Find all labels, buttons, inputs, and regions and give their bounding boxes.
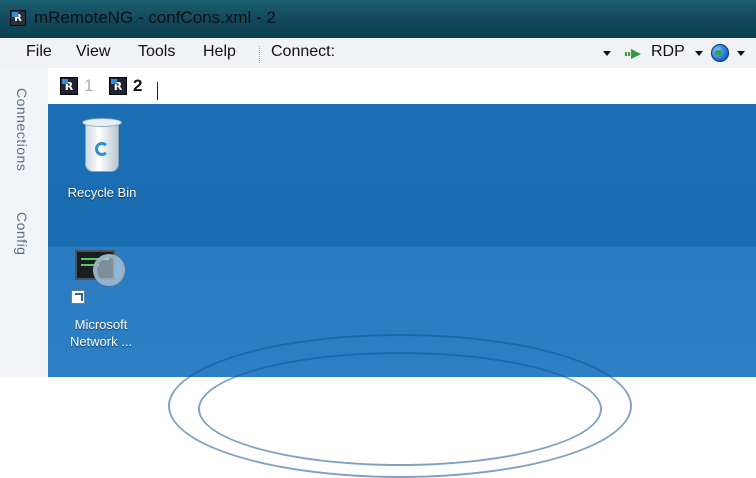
connect-label: Connect: [271,43,336,60]
tab-label: 1 [84,76,94,95]
wallpaper-arc [198,352,602,466]
desktop-icon-label: Microsoft Network ... [69,317,133,349]
menu-view[interactable]: View [76,43,110,61]
menu-bar: File View Tools Help Connect: RDP [0,38,756,69]
side-tab-connections[interactable]: Connections [14,88,30,171]
menu-file[interactable]: File [26,43,52,61]
rdp-tab-icon: R [60,77,78,95]
desktop-icon-recycle-bin[interactable]: Recycle Bin [57,116,147,201]
globe-dropdown-arrow-icon[interactable] [737,51,745,56]
protocol-select[interactable]: RDP [651,43,685,61]
protocol-dropdown-arrow-icon[interactable] [695,51,703,56]
rdp-tab-icon: R [109,77,127,95]
text-caret [157,82,158,100]
side-panel: Connections Config [0,68,49,377]
recycle-bin-icon [81,116,123,174]
toolbar-separator [259,46,261,63]
app-icon[interactable]: R [10,10,26,26]
window-title: mRemoteNG - confCons.xml - 2 [34,8,276,27]
tab-connection-2[interactable]: R 2 [109,76,142,96]
desktop-icon-network-monitor[interactable]: Microsoft Network ... [56,246,146,350]
side-tab-config[interactable]: Config [14,212,30,255]
menu-tools[interactable]: Tools [138,43,175,61]
connection-tabs: R 1 R 2 [48,68,756,104]
network-monitor-icon [71,246,131,308]
menu-help[interactable]: Help [203,43,236,61]
tab-label: 2 [133,76,143,95]
desktop-icon-label: Recycle Bin [67,185,137,200]
connect-dropdown-arrow-icon[interactable] [603,51,611,56]
remote-desktop[interactable]: Recycle Bin Microsoft Network ... [48,104,756,478]
shortcut-arrow-icon [71,290,85,304]
title-bar: R mRemoteNG - confCons.xml - 2 [0,0,756,38]
tab-connection-1[interactable]: R 1 [60,76,93,96]
rdp-arrow-icon [625,49,641,59]
globe-icon[interactable] [711,44,729,62]
